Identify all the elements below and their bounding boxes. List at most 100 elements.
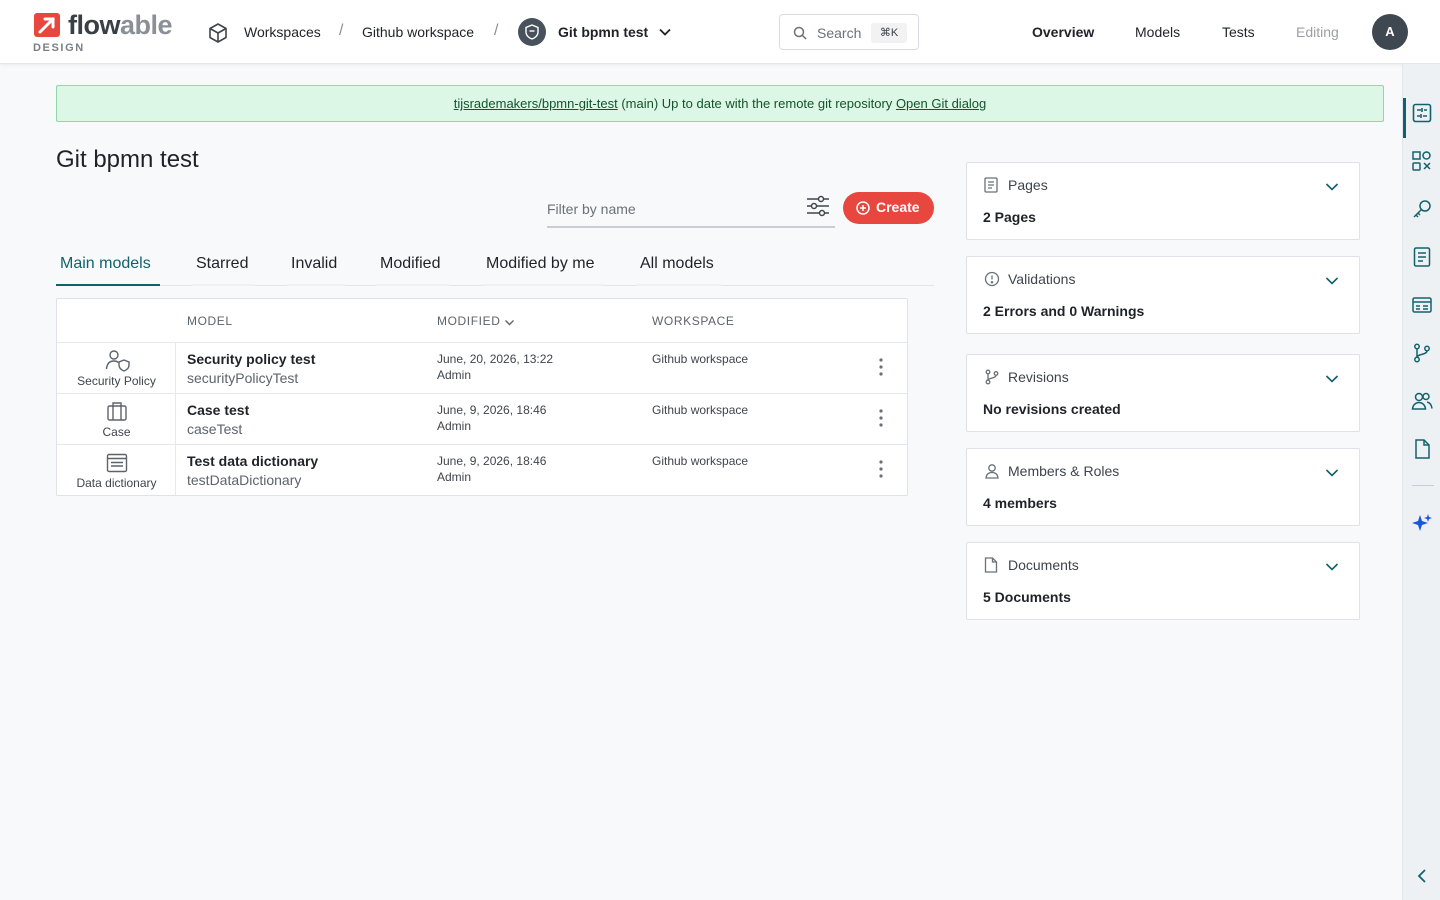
logo-word-flow: flow <box>68 10 121 40</box>
chevron-down-icon[interactable] <box>1325 180 1339 194</box>
data-icon[interactable] <box>1411 294 1433 316</box>
chevron-down-icon[interactable] <box>1325 560 1339 574</box>
row-modified-by: Admin <box>437 470 472 484</box>
tab-main-models[interactable]: Main models <box>60 255 151 285</box>
table-row[interactable]: Data dictionary Test data dictionary tes… <box>57 444 907 495</box>
card-pages[interactable]: Pages 2 Pages <box>966 162 1360 240</box>
active-tab-underline <box>56 284 160 286</box>
table-row[interactable]: Case Case test caseTest June, 9, 2026, 1… <box>57 393 907 444</box>
card-title: Members & Roles <box>1008 463 1120 479</box>
shield-icon <box>525 24 539 40</box>
kebab-menu-icon[interactable] <box>873 457 889 481</box>
tab-underline <box>376 284 450 286</box>
kebab-menu-icon[interactable] <box>873 355 889 379</box>
create-button[interactable]: Create <box>843 192 934 224</box>
row-model-name[interactable]: Security policy test <box>187 351 315 367</box>
tab-underline <box>636 284 722 286</box>
open-git-dialog-link[interactable]: Open Git dialog <box>896 96 986 111</box>
right-tool-rail <box>1402 64 1440 900</box>
row-workspace: Github workspace <box>652 454 749 468</box>
git-branch-icon[interactable] <box>1411 342 1433 364</box>
nav-overview[interactable]: Overview <box>1032 24 1094 40</box>
card-documents[interactable]: Documents 5 Documents <box>966 542 1360 620</box>
card-value: No revisions created <box>983 401 1121 417</box>
kebab-menu-icon[interactable] <box>873 406 889 430</box>
users-icon[interactable] <box>1411 390 1433 412</box>
git-status-banner: tijsrademakers/bpmn-git-test (main) Up t… <box>56 85 1384 122</box>
column-header-modified[interactable]: MODIFIED <box>437 314 500 328</box>
breadcrumb-workspace[interactable]: Github workspace <box>362 24 474 40</box>
git-repo-link[interactable]: tijsrademakers/bpmn-git-test <box>454 96 618 111</box>
rail-active-indicator <box>1403 98 1406 138</box>
form-icon[interactable] <box>1411 246 1433 268</box>
row-model-name[interactable]: Test data dictionary <box>187 453 318 469</box>
row-model-key: caseTest <box>187 421 243 437</box>
search-button[interactable]: Search ⌘K <box>779 14 919 50</box>
cube-icon <box>209 23 227 43</box>
row-model-name[interactable]: Case test <box>187 402 249 418</box>
nav-models[interactable]: Models <box>1135 24 1180 40</box>
chevron-down-icon[interactable] <box>1325 466 1339 480</box>
file-icon[interactable] <box>1411 438 1433 460</box>
card-validations[interactable]: Validations 2 Errors and 0 Warnings <box>966 256 1360 334</box>
key-icon[interactable] <box>1411 198 1433 220</box>
tab-invalid[interactable]: Invalid <box>291 255 337 285</box>
column-header-workspace[interactable]: WORKSPACE <box>652 314 735 328</box>
tab-modified-by-me[interactable]: Modified by me <box>486 255 595 285</box>
card-value: 5 Documents <box>983 589 1071 605</box>
card-value: 4 members <box>983 495 1057 511</box>
filter-input[interactable] <box>547 198 787 220</box>
logo-wordmark: flowable <box>68 10 173 41</box>
chevron-down-icon[interactable] <box>1325 372 1339 386</box>
chevron-down-icon[interactable] <box>1325 274 1339 288</box>
search-label: Search <box>817 25 862 41</box>
plus-circle-icon <box>856 201 870 215</box>
create-button-label: Create <box>876 199 920 215</box>
ai-sparkle-icon[interactable] <box>1411 512 1433 534</box>
tab-modified[interactable]: Modified <box>380 255 440 285</box>
sort-chevron-down-icon[interactable] <box>504 317 515 328</box>
components-icon[interactable] <box>1411 150 1433 172</box>
document-icon <box>984 557 998 573</box>
page-title: Git bpmn test <box>56 146 199 173</box>
search-shortcut: ⌘K <box>871 23 907 43</box>
tab-underline <box>192 284 255 286</box>
tab-starred[interactable]: Starred <box>196 255 248 285</box>
flowable-logo-icon <box>34 13 60 37</box>
row-modified-date: June, 9, 2026, 18:46 <box>437 403 547 417</box>
card-members-roles[interactable]: Members & Roles 4 members <box>966 448 1360 526</box>
logo-subtitle: DESIGN <box>33 42 85 54</box>
top-bar: flowable DESIGN Workspaces / Github work… <box>0 0 1440 64</box>
card-revisions[interactable]: Revisions No revisions created <box>966 354 1360 432</box>
app-badge <box>518 18 546 46</box>
column-header-model[interactable]: MODEL <box>187 314 233 328</box>
breadcrumb-workspaces[interactable]: Workspaces <box>244 24 321 40</box>
flowable-logo[interactable]: flowable DESIGN <box>33 10 188 56</box>
chevron-down-icon[interactable] <box>658 25 672 39</box>
search-icon <box>793 26 807 40</box>
nav-editing[interactable]: Editing <box>1296 24 1339 40</box>
model-tabs: Main models Starred Invalid Modified Mod… <box>56 250 934 286</box>
user-avatar[interactable]: A <box>1372 14 1408 50</box>
member-icon <box>985 464 999 479</box>
row-type-cell: Security Policy <box>57 343 176 393</box>
breadcrumb-separator: / <box>494 22 499 39</box>
git-branch-label: (main) <box>621 96 659 111</box>
row-model-type: Data dictionary <box>76 476 157 490</box>
revisions-icon <box>985 369 999 385</box>
case-icon <box>107 402 127 421</box>
nav-tests[interactable]: Tests <box>1222 24 1255 40</box>
tab-underline <box>287 284 345 286</box>
app-title-selector[interactable]: Git bpmn test <box>558 24 648 40</box>
card-title: Revisions <box>1008 369 1069 385</box>
row-type-cell: Data dictionary <box>57 445 176 495</box>
row-modified-date: June, 20, 2026, 13:22 <box>437 352 554 366</box>
app-properties-icon[interactable] <box>1411 102 1433 124</box>
filter-settings-icon[interactable] <box>805 193 831 219</box>
tab-all-models[interactable]: All models <box>640 255 714 285</box>
validation-icon <box>984 271 1000 287</box>
collapse-icon[interactable] <box>1411 865 1433 887</box>
filter-field <box>547 190 835 228</box>
table-row[interactable]: Security Policy Security policy test sec… <box>57 342 907 393</box>
row-model-key: securityPolicyTest <box>187 370 299 386</box>
